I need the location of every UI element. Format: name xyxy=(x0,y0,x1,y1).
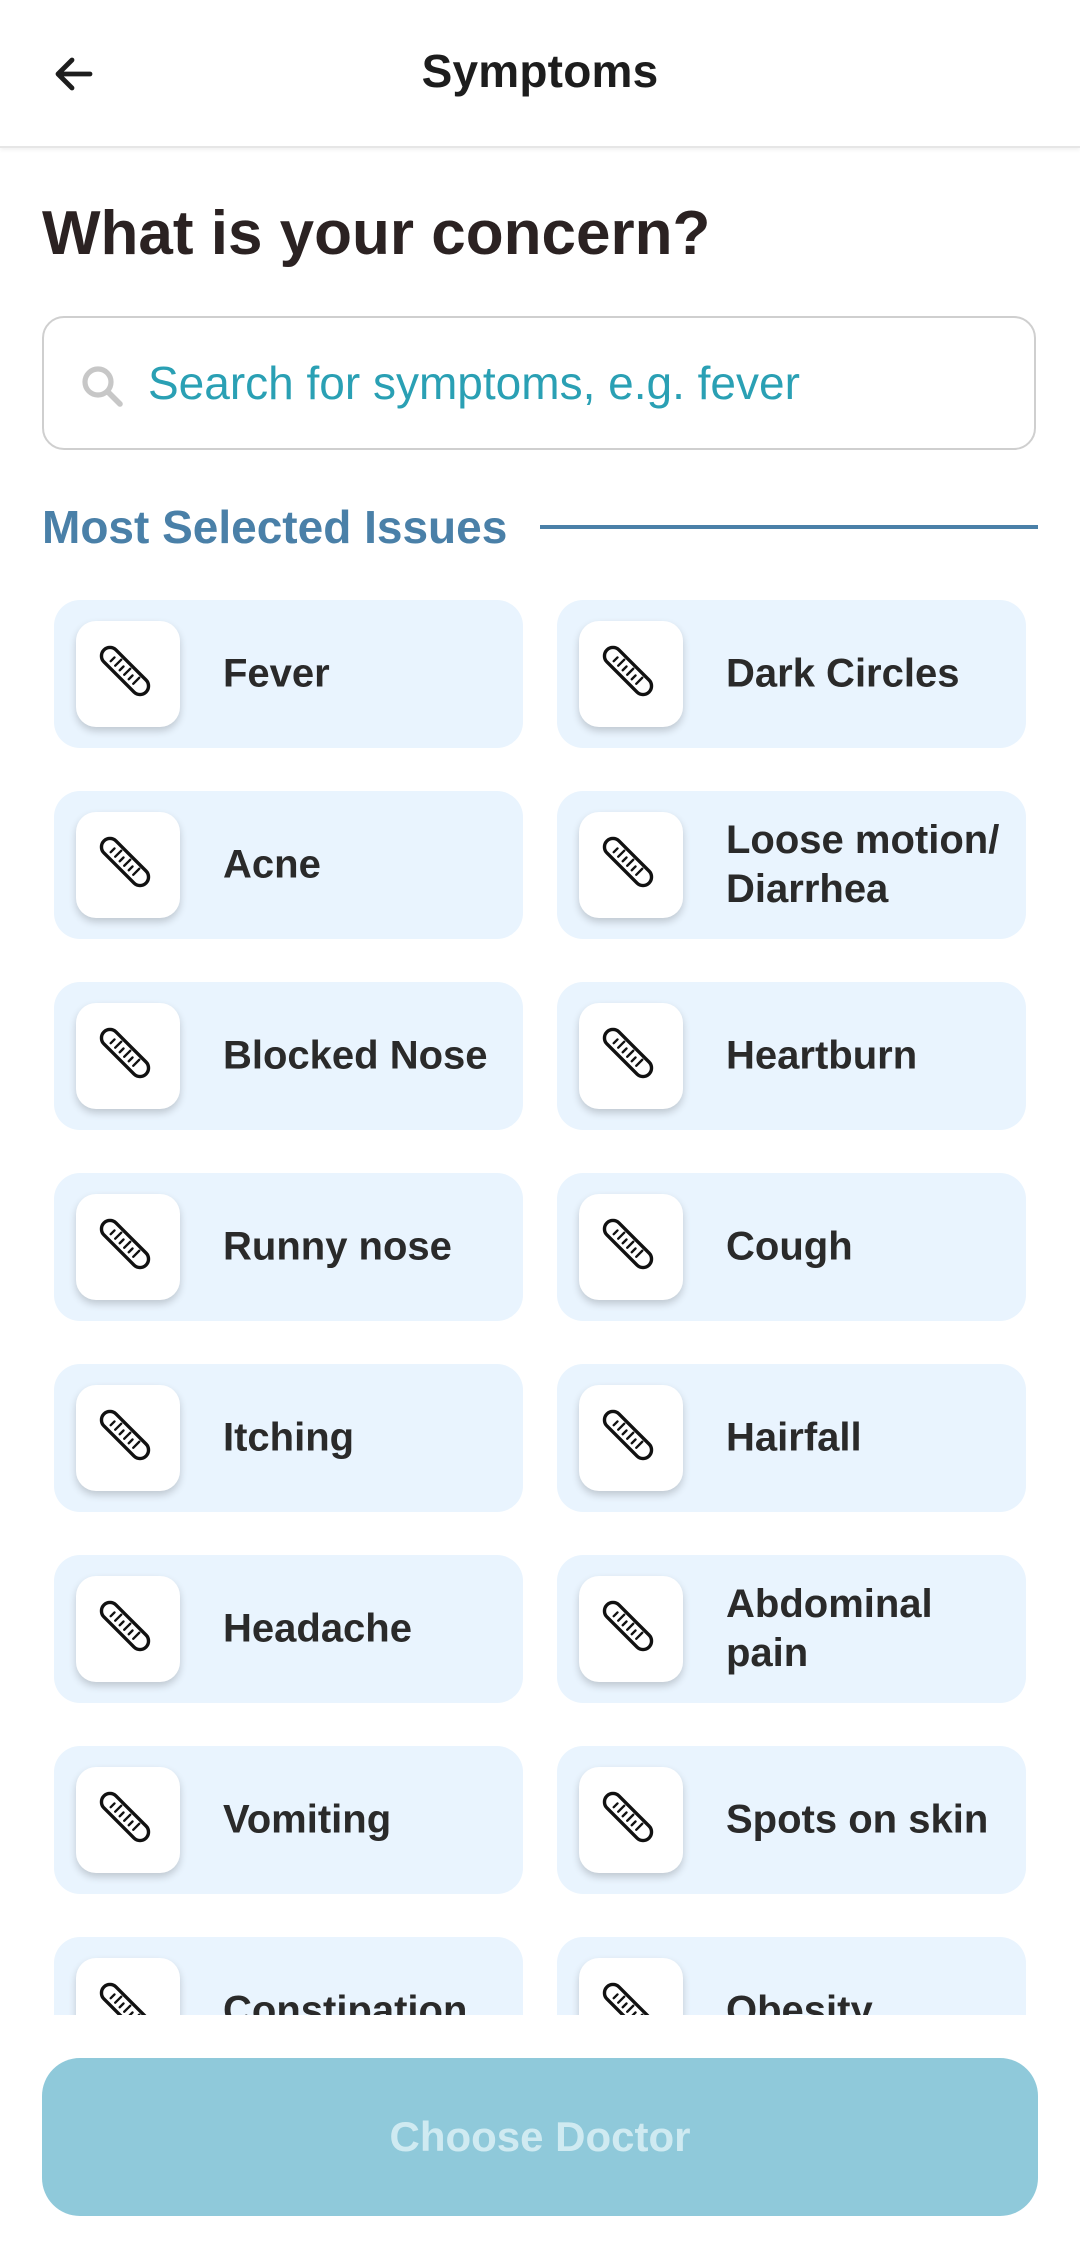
symptom-icon-tile xyxy=(76,1003,180,1109)
symptom-label: Loose motion/ Diarrhea xyxy=(726,818,1000,911)
thermometer-icon xyxy=(602,836,654,888)
thermometer-icon xyxy=(99,1409,151,1461)
symptom-card-itching[interactable]: Itching xyxy=(54,1364,523,1512)
symptom-card-headache[interactable]: Headache xyxy=(54,1555,523,1703)
symptom-label: Blocked Nose xyxy=(223,1033,488,1078)
search-icon xyxy=(82,366,123,407)
symptom-label: Runny nose xyxy=(223,1224,452,1269)
symptom-label: Headache xyxy=(223,1606,412,1651)
symptom-card-abdominal-pain[interactable]: Abdominal pain xyxy=(557,1555,1026,1703)
symptom-card-dark-circles[interactable]: Dark Circles xyxy=(557,600,1026,748)
symptom-card-cough[interactable]: Cough xyxy=(557,1173,1026,1321)
symptom-card-runny-nose[interactable]: Runny nose xyxy=(54,1173,523,1321)
symptom-label: Itching xyxy=(223,1415,355,1460)
thermometer-icon xyxy=(99,1027,151,1079)
thermometer-icon xyxy=(602,1982,654,2015)
symptom-icon-tile xyxy=(76,1767,180,1873)
symptom-icon-tile xyxy=(579,1958,683,2015)
symptom-icon-tile xyxy=(76,1385,180,1491)
symptom-label: Vomiting xyxy=(223,1797,392,1842)
symptom-label: Obesity xyxy=(726,1988,873,2016)
symptom-label: Acne xyxy=(223,842,321,887)
page-title: Symptoms xyxy=(421,45,659,97)
app-bar: Symptoms xyxy=(0,0,1080,148)
symptom-card-fever[interactable]: Fever xyxy=(54,600,523,748)
thermometer-icon xyxy=(99,1982,151,2015)
symptom-icon-tile xyxy=(76,812,180,918)
symptom-grid: Fever Dark Circles Acne Loose motion/ Di… xyxy=(54,600,1026,2015)
thermometer-icon xyxy=(602,645,654,697)
symptom-grid-scroll[interactable]: Fever Dark Circles Acne Loose motion/ Di… xyxy=(0,600,1080,2015)
symptom-icon-tile xyxy=(76,621,180,727)
thermometer-icon xyxy=(602,1027,654,1079)
section-title: Most Selected Issues xyxy=(42,501,508,553)
symptom-card-hairfall[interactable]: Hairfall xyxy=(557,1364,1026,1512)
symptom-icon-tile xyxy=(579,812,683,918)
thermometer-icon xyxy=(602,1791,654,1843)
symptom-icon-tile xyxy=(76,1194,180,1300)
symptom-label: Hairfall xyxy=(726,1415,862,1460)
search-input[interactable] xyxy=(148,338,1008,428)
symptom-label: Fever xyxy=(223,651,330,696)
symptom-label: Heartburn xyxy=(726,1033,918,1078)
thermometer-icon xyxy=(99,836,151,888)
symptom-icon-tile xyxy=(579,1576,683,1682)
choose-doctor-button[interactable]: Choose Doctor xyxy=(42,2058,1038,2216)
symptom-label: Spots on skin xyxy=(726,1797,989,1842)
symptom-label: Abdominal pain xyxy=(726,1582,933,1675)
symptom-label: Cough xyxy=(726,1224,853,1269)
section-divider xyxy=(540,525,1038,529)
symptom-icon-tile xyxy=(579,1767,683,1873)
symptoms-screen: Symptoms What is your concern? Most Sele… xyxy=(0,0,1080,2257)
search-box[interactable] xyxy=(42,316,1036,450)
symptom-icon-tile xyxy=(579,1194,683,1300)
symptom-card-spots-on-skin[interactable]: Spots on skin xyxy=(557,1746,1026,1894)
symptom-card-loose-motion-diarrhea[interactable]: Loose motion/ Diarrhea xyxy=(557,791,1026,939)
symptom-card-acne[interactable]: Acne xyxy=(54,791,523,939)
symptom-card-blocked-nose[interactable]: Blocked Nose xyxy=(54,982,523,1130)
symptom-label: Constipation xyxy=(223,1988,468,2016)
symptom-card-vomiting[interactable]: Vomiting xyxy=(54,1746,523,1894)
thermometer-icon xyxy=(99,1218,151,1270)
symptom-icon-tile xyxy=(76,1958,180,2015)
symptom-card-obesity[interactable]: Obesity xyxy=(557,1937,1026,2015)
thermometer-icon xyxy=(602,1600,654,1652)
symptom-icon-tile xyxy=(579,1003,683,1109)
thermometer-icon xyxy=(602,1218,654,1270)
thermometer-icon xyxy=(99,1600,151,1652)
symptom-label: Dark Circles xyxy=(726,651,960,696)
thermometer-icon xyxy=(99,1791,151,1843)
thermometer-icon xyxy=(99,645,151,697)
symptom-card-heartburn[interactable]: Heartburn xyxy=(557,982,1026,1130)
symptom-card-constipation[interactable]: Constipation xyxy=(54,1937,523,2015)
symptom-icon-tile xyxy=(76,1576,180,1682)
concern-heading: What is your concern? xyxy=(42,199,711,268)
bottom-bar: Choose Doctor xyxy=(0,2015,1080,2257)
symptom-icon-tile xyxy=(579,621,683,727)
symptom-icon-tile xyxy=(579,1385,683,1491)
thermometer-icon xyxy=(602,1409,654,1461)
